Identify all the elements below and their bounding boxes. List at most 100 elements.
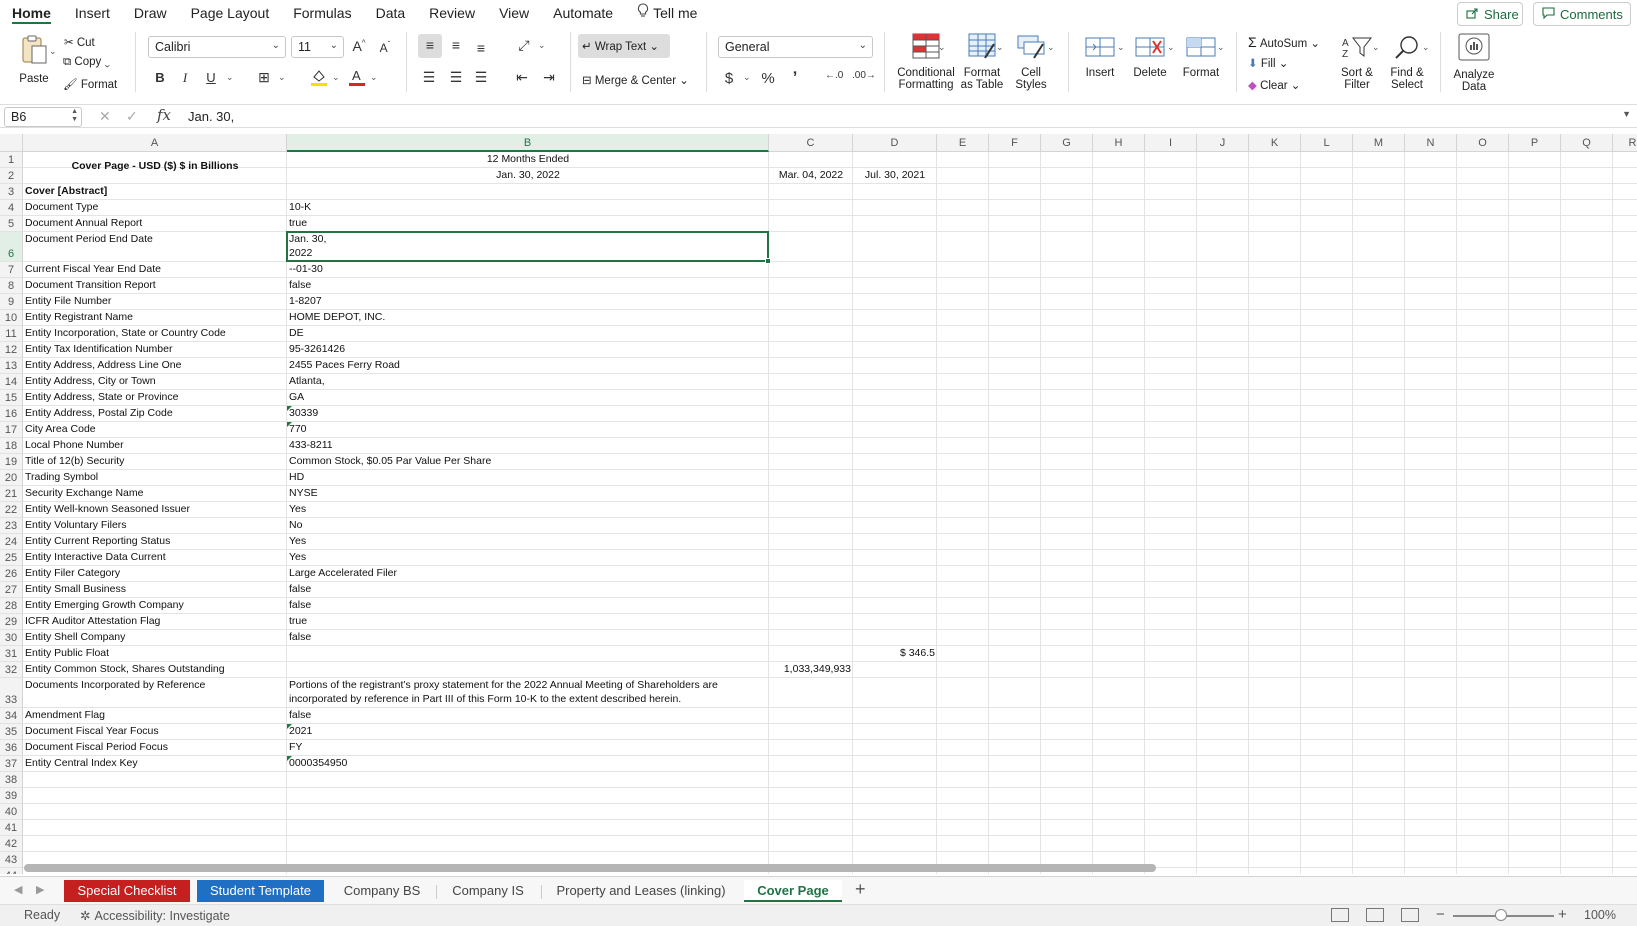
- row-header-35[interactable]: 35: [0, 724, 23, 740]
- column-header-k[interactable]: K: [1249, 134, 1301, 152]
- column-header-h[interactable]: H: [1093, 134, 1145, 152]
- row-header-37[interactable]: 37: [0, 756, 23, 772]
- chevron-down-icon[interactable]: ⌄: [1217, 42, 1225, 53]
- formula-input[interactable]: Jan. 30,: [188, 109, 234, 124]
- row-header-17[interactable]: 17: [0, 422, 23, 438]
- expand-formula-bar-chevron-down-icon[interactable]: ▼: [1622, 109, 1631, 119]
- fill-color-chevron-down-icon[interactable]: ⌄: [332, 72, 340, 83]
- row-header-6[interactable]: 6: [0, 232, 23, 262]
- column-header-p[interactable]: P: [1509, 134, 1561, 152]
- column-header-b[interactable]: B: [287, 134, 769, 152]
- borders-icon[interactable]: ⊞: [255, 69, 273, 86]
- column-header-o[interactable]: O: [1457, 134, 1509, 152]
- spreadsheet-grid[interactable]: ABCDEFGHIJKLMNOPQR 1 2 3 4 5 6 7 8 9 10 11 12 13 14 15…: [0, 134, 1637, 874]
- zoom-in-icon[interactable]: +: [1558, 906, 1567, 923]
- orientation-chevron-down-icon[interactable]: ⌄: [538, 40, 546, 51]
- row-header-29[interactable]: 29: [0, 614, 23, 630]
- align-top-icon[interactable]: ≡: [418, 34, 442, 58]
- number-as-text-flag-icon[interactable]: [287, 406, 292, 411]
- borders-chevron-down-icon[interactable]: ⌄: [278, 72, 286, 83]
- zoom-out-icon[interactable]: −: [1436, 906, 1445, 923]
- chevron-down-icon[interactable]: ⌄: [1167, 42, 1175, 53]
- currency-chevron-down-icon[interactable]: ⌄: [743, 72, 751, 83]
- format-as-table-button[interactable]: Format as Table: [955, 32, 1009, 91]
- row-header-42[interactable]: 42: [0, 836, 23, 852]
- row-header-43[interactable]: 43: [0, 852, 23, 868]
- decrease-font-icon[interactable]: Aˇ: [376, 40, 394, 55]
- add-sheet-button[interactable]: +: [855, 879, 866, 900]
- tab-page-layout[interactable]: Page Layout: [179, 0, 282, 26]
- name-box[interactable]: B6 ▲ ▼: [4, 107, 82, 127]
- align-left-icon[interactable]: ☰: [420, 69, 438, 86]
- underline-button[interactable]: U: [202, 70, 220, 85]
- number-format-select[interactable]: General ⌄: [718, 36, 873, 58]
- insert-cells-button[interactable]: Insert: [1076, 34, 1124, 79]
- row-header-27[interactable]: 27: [0, 582, 23, 598]
- prev-sheet-icon[interactable]: ◀: [14, 883, 22, 896]
- row-header-28[interactable]: 28: [0, 598, 23, 614]
- column-header-i[interactable]: I: [1145, 134, 1197, 152]
- row-header-44[interactable]: 44: [0, 868, 23, 874]
- row-header-33[interactable]: 33: [0, 678, 23, 708]
- row-header-39[interactable]: 39: [0, 788, 23, 804]
- delete-cells-button[interactable]: Delete: [1126, 34, 1174, 79]
- cut-button[interactable]: ✂ Cut: [64, 35, 95, 49]
- comments-button[interactable]: Comments: [1533, 2, 1631, 26]
- next-sheet-icon[interactable]: ▶: [36, 883, 44, 896]
- comma-style-button[interactable]: ʼ: [786, 68, 804, 88]
- row-header-2[interactable]: 2: [0, 168, 23, 184]
- fill-handle[interactable]: [765, 258, 771, 264]
- align-middle-icon[interactable]: ≡: [447, 37, 465, 53]
- row-header-41[interactable]: 41: [0, 820, 23, 836]
- tab-review[interactable]: Review: [417, 0, 487, 26]
- font-color-chevron-down-icon[interactable]: ⌄: [370, 72, 378, 83]
- increase-decimal-icon[interactable]: ←.0: [825, 70, 843, 81]
- decrease-indent-icon[interactable]: ⇤: [513, 69, 531, 86]
- column-header-f[interactable]: F: [989, 134, 1041, 152]
- column-header-r[interactable]: R: [1613, 134, 1637, 152]
- italic-button[interactable]: I: [176, 70, 194, 86]
- tab-automate[interactable]: Automate: [541, 0, 625, 26]
- chevron-down-icon[interactable]: ⌄: [1372, 42, 1380, 53]
- row-header-31[interactable]: 31: [0, 646, 23, 662]
- row-header-30[interactable]: 30: [0, 630, 23, 646]
- conditional-formatting-button[interactable]: Conditional Formatting: [893, 32, 959, 91]
- analyze-data-button[interactable]: Analyze Data: [1449, 32, 1499, 93]
- cancel-icon[interactable]: ✕: [99, 108, 111, 125]
- row-header-20[interactable]: 20: [0, 470, 23, 486]
- row-header-7[interactable]: 7: [0, 262, 23, 278]
- row-header-3[interactable]: 3: [0, 184, 23, 200]
- chevron-down-icon[interactable]: ⌄: [996, 42, 1004, 53]
- font-name-select[interactable]: Calibri ⌄: [148, 36, 286, 58]
- insert-function-button[interactable]: fx: [157, 106, 171, 124]
- align-bottom-icon[interactable]: ≡: [472, 40, 490, 56]
- row-header-25[interactable]: 25: [0, 550, 23, 566]
- row-header-4[interactable]: 4: [0, 200, 23, 216]
- bold-button[interactable]: B: [151, 70, 169, 85]
- cell-styles-button[interactable]: Cell Styles: [1006, 32, 1056, 91]
- column-header-e[interactable]: E: [937, 134, 989, 152]
- row-header-10[interactable]: 10: [0, 310, 23, 326]
- wrap-text-button[interactable]: ↵ Wrap Text ⌄: [578, 34, 670, 58]
- autosum-button[interactable]: Σ AutoSum ⌄: [1248, 34, 1320, 50]
- row-header-26[interactable]: 26: [0, 566, 23, 582]
- zoom-level[interactable]: 100%: [1584, 908, 1616, 922]
- orientation-icon[interactable]: ⤢: [515, 37, 533, 54]
- align-right-icon[interactable]: ☰: [472, 69, 490, 86]
- tab-insert[interactable]: Insert: [63, 0, 122, 26]
- underline-chevron-down-icon[interactable]: ⌄: [226, 72, 234, 83]
- sheet-tab-property-leases[interactable]: Property and Leases (linking): [543, 880, 739, 902]
- normal-view-icon[interactable]: [1331, 908, 1349, 922]
- number-as-text-flag-icon[interactable]: [287, 724, 292, 729]
- column-header-n[interactable]: N: [1405, 134, 1457, 152]
- column-header-g[interactable]: G: [1041, 134, 1093, 152]
- column-header-a[interactable]: A: [23, 134, 287, 152]
- row-header-32[interactable]: 32: [0, 662, 23, 678]
- merge-center-button[interactable]: ⊟ Merge & Center ⌄: [582, 73, 689, 87]
- sheet-tab-company-bs[interactable]: Company BS: [330, 880, 434, 902]
- align-center-icon[interactable]: ☰: [447, 69, 465, 86]
- row-header-15[interactable]: 15: [0, 390, 23, 406]
- font-color-icon[interactable]: A: [348, 68, 366, 89]
- row-header-40[interactable]: 40: [0, 804, 23, 820]
- column-header-l[interactable]: L: [1301, 134, 1353, 152]
